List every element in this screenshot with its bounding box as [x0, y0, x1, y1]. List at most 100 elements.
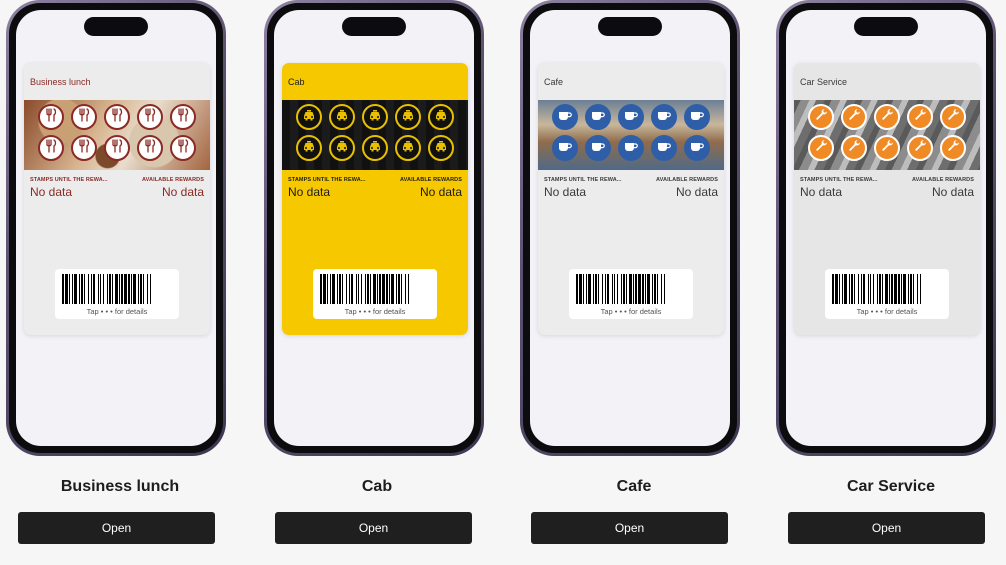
phone-screen: Car Service STAMPS UNTIL THE REWA... No … [786, 10, 986, 446]
phone-mockup: Business lunch STAMPS UNTIL THE REWA... … [6, 0, 226, 456]
barcode-caption: Tap • • • for details [856, 307, 918, 316]
stamps-until-reward-value: No data [30, 185, 73, 199]
taxi-icon [400, 138, 416, 159]
stamp-slot [584, 104, 611, 130]
open-button[interactable]: Open [531, 512, 728, 544]
dynamic-island [84, 17, 148, 36]
utensils-icon [76, 107, 92, 128]
stamp-slot [137, 104, 164, 130]
wrench-icon [813, 138, 829, 159]
stamp-slot [617, 135, 644, 161]
stamps-until-reward-label: STAMPS UNTIL THE REWA... [544, 177, 622, 183]
phone-screen: Business lunch STAMPS UNTIL THE REWA... … [16, 10, 216, 446]
utensils-icon [43, 107, 59, 128]
stamp-slot [328, 135, 355, 161]
stamp-slot [295, 104, 322, 130]
dynamic-island [598, 17, 662, 36]
barcode-image [62, 274, 151, 304]
phone-screen: Cab STAMPS UNTIL THE REWA... No data AVA… [274, 10, 474, 446]
barcode-image [576, 274, 665, 304]
stamp-slot [103, 104, 130, 130]
available-rewards-value: No data [931, 185, 974, 199]
open-button[interactable]: Open [275, 512, 472, 544]
stamps-until-reward-value: No data [288, 185, 331, 199]
phone-screen: Cafe STAMPS UNTIL THE REWA... No data AV… [530, 10, 730, 446]
pass-title: Cafe [544, 77, 564, 87]
stamp-strip-image [24, 100, 210, 170]
available-rewards-value: No data [675, 185, 718, 199]
utensils-icon [175, 107, 191, 128]
pass-card-column: Business lunch STAMPS UNTIL THE REWA... … [0, 0, 240, 565]
stamp-slot [361, 104, 388, 130]
utensils-icon [109, 107, 125, 128]
barcode: Tap • • • for details [569, 269, 693, 319]
coffee-cup-icon [557, 138, 573, 159]
utensils-icon [43, 138, 59, 159]
coffee-cup-icon [623, 107, 639, 128]
pass-name: Car Service [846, 478, 936, 495]
utensils-icon [76, 138, 92, 159]
wallet-pass[interactable]: Car Service STAMPS UNTIL THE REWA... No … [794, 63, 980, 335]
coffee-cup-icon [590, 138, 606, 159]
stamp-slot [37, 135, 64, 161]
wallet-pass[interactable]: Cab STAMPS UNTIL THE REWA... No data AVA… [282, 63, 468, 335]
taxi-icon [400, 107, 416, 128]
wrench-icon [912, 138, 928, 159]
stamps-until-reward-value: No data [800, 185, 843, 199]
pass-card-column: Cab STAMPS UNTIL THE REWA... No data AVA… [257, 0, 497, 565]
dynamic-island [854, 17, 918, 36]
stamp-slot [137, 135, 164, 161]
taxi-icon [367, 138, 383, 159]
stamp-slot [617, 104, 644, 130]
coffee-cup-icon [689, 107, 705, 128]
wrench-icon [879, 107, 895, 128]
stamp-slot [807, 104, 834, 130]
barcode: Tap • • • for details [313, 269, 437, 319]
stamp-slot [37, 104, 64, 130]
stamp-slot [70, 135, 97, 161]
stamp-slot [940, 104, 967, 130]
dynamic-island [342, 17, 406, 36]
taxi-icon [433, 107, 449, 128]
available-rewards-label: AVAILABLE REWARDS [142, 177, 204, 183]
barcode-caption: Tap • • • for details [344, 307, 406, 316]
taxi-icon [334, 138, 350, 159]
pass-title: Business lunch [30, 77, 91, 87]
pass-title: Cab [288, 77, 305, 87]
stamp-slot [840, 135, 867, 161]
available-rewards-label: AVAILABLE REWARDS [400, 177, 462, 183]
stamp-slot [651, 104, 678, 130]
stamps-until-reward-value: No data [544, 185, 587, 199]
stamp-slot [551, 135, 578, 161]
utensils-icon [175, 138, 191, 159]
pass-title: Car Service [800, 77, 848, 87]
barcode: Tap • • • for details [825, 269, 949, 319]
open-button[interactable]: Open [788, 512, 985, 544]
taxi-icon [367, 107, 383, 128]
wrench-icon [945, 138, 961, 159]
open-button[interactable]: Open [18, 512, 215, 544]
stamp-slot [295, 135, 322, 161]
stamp-slot [873, 135, 900, 161]
stamp-slot [684, 104, 711, 130]
stamp-slot [907, 104, 934, 130]
wallet-pass[interactable]: Business lunch STAMPS UNTIL THE REWA... … [24, 63, 210, 335]
stamp-slot [840, 104, 867, 130]
stamp-slot [807, 135, 834, 161]
stamp-slot [551, 104, 578, 130]
pass-card-column: Cafe STAMPS UNTIL THE REWA... No data AV… [514, 0, 754, 565]
pass-name: Cab [361, 478, 393, 495]
stamp-slot [873, 104, 900, 130]
stamps-until-reward-label: STAMPS UNTIL THE REWA... [30, 177, 108, 183]
taxi-icon [301, 107, 317, 128]
wrench-icon [846, 138, 862, 159]
stamp-slot [328, 104, 355, 130]
stamps-until-reward-label: STAMPS UNTIL THE REWA... [800, 177, 878, 183]
phone-mockup: Cab STAMPS UNTIL THE REWA... No data AVA… [264, 0, 484, 456]
wrench-icon [912, 107, 928, 128]
pass-name: Cafe [616, 478, 652, 495]
taxi-icon [301, 138, 317, 159]
coffee-cup-icon [689, 138, 705, 159]
coffee-cup-icon [623, 138, 639, 159]
wallet-pass[interactable]: Cafe STAMPS UNTIL THE REWA... No data AV… [538, 63, 724, 335]
